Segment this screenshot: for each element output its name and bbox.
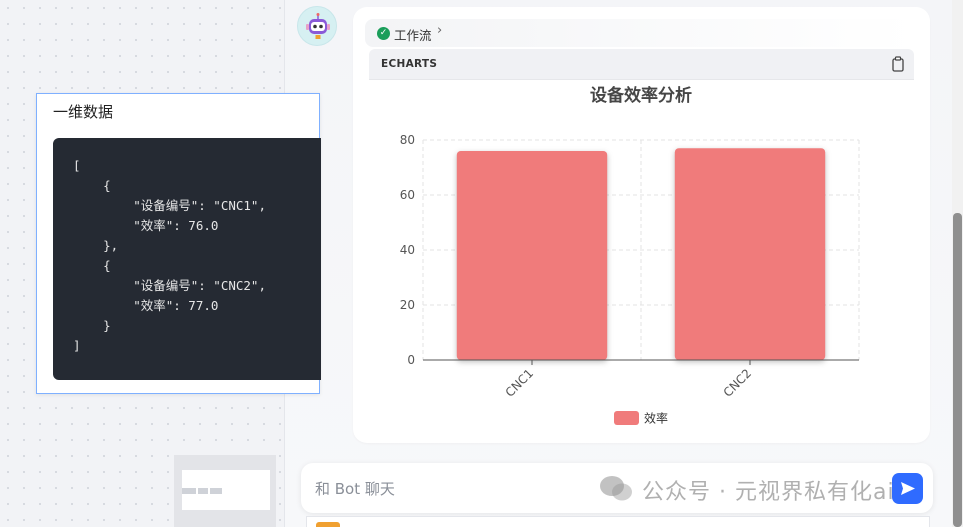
bot-avatar [297,6,337,46]
scrollbar-thumb[interactable] [953,213,962,527]
y-tick-label: 60 [400,188,415,202]
minimap[interactable] [174,455,276,527]
node-title: 一维数据 [53,103,114,121]
robot-icon [306,13,330,39]
wechat-icon [600,476,632,501]
x-tick-label: CNC1 [503,366,536,399]
bar-cnc1 [456,151,608,360]
check-circle-icon: ✓ [377,27,390,40]
x-tick-label: CNC2 [721,366,754,399]
node-card-1d-data[interactable]: 一维数据 [ { "设备编号": "CNC1", "效率": 76.0 }, {… [36,93,321,394]
legend-swatch [614,411,639,425]
y-tick-label: 20 [400,298,415,312]
workflow-label: 工作流 [394,28,432,43]
code-block-header [369,49,914,80]
next-message-row [306,516,930,527]
send-button[interactable] [892,473,923,504]
code-block: [ { "设备编号": "CNC1", "效率": 76.0 }, { "设备编… [53,138,321,380]
minimap-node [210,488,222,494]
send-icon [901,482,915,495]
watermark-text: 公众号 · 元视界私有化ai [642,480,895,505]
minimap-node [182,488,196,494]
y-tick-label: 40 [400,243,415,257]
code-block-language: ECHARTS [381,58,438,70]
minimap-node [198,488,208,494]
efficiency-bar-chart: 设备效率分析 0 20 40 60 80 CNC1 CNC2 效率 [400,85,860,426]
bar-cnc2 [674,148,826,360]
y-tick-label: 0 [407,353,415,367]
chevron-right-icon[interactable]: › [437,23,442,38]
legend-label: 效率 [644,411,668,426]
copy-icon[interactable] [891,56,905,72]
chart-title: 设备效率分析 [590,85,692,106]
y-tick-label: 80 [400,133,415,147]
workflow-status-chip[interactable] [365,19,917,47]
json-code: [ { "设备编号": "CNC1", "效率": 76.0 }, { "设备编… [73,158,266,353]
next-message-avatar [316,522,340,527]
